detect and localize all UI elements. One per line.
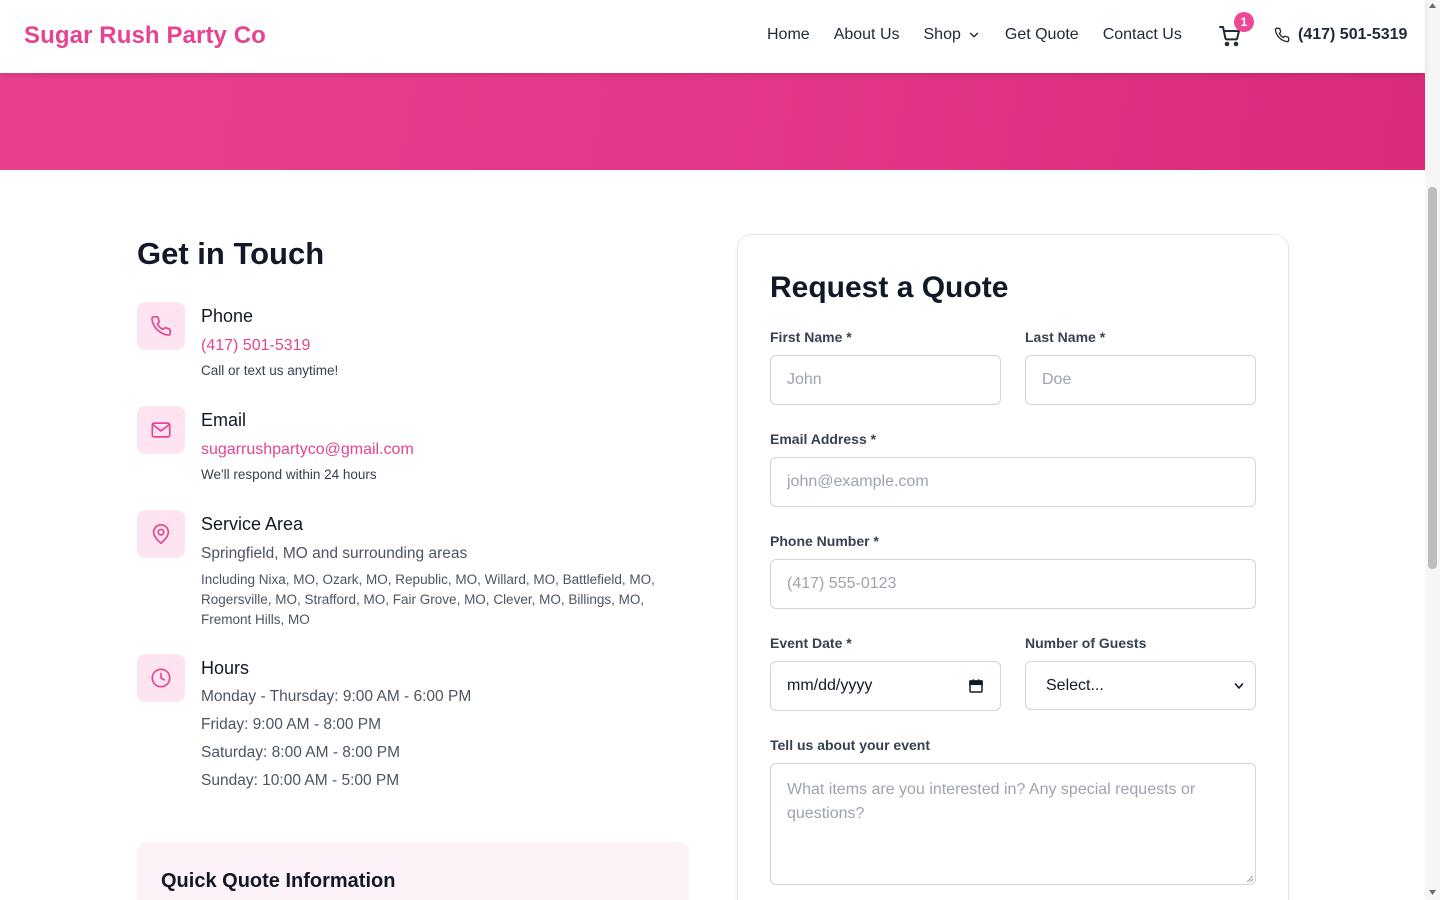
contact-email-body: Email sugarrushpartyco@gmail.com We'll r…: [201, 410, 681, 482]
service-area-summary: Springfield, MO and surrounding areas: [201, 545, 468, 562]
quick-quote-panel: Quick Quote Information: [137, 842, 689, 900]
chevron-down-icon: [1234, 682, 1244, 689]
quick-quote-heading: Quick Quote Information: [161, 870, 396, 892]
nav-about[interactable]: About Us: [834, 26, 900, 44]
phone-icon-tile: [137, 302, 185, 350]
guests-select-value: Select...: [1046, 676, 1104, 694]
main-nav: Home About Us Shop Get Quote Contact Us: [767, 26, 1206, 44]
last-name-label: Last Name *: [1025, 329, 1106, 345]
phone-icon: [151, 316, 171, 336]
page-scrollbar[interactable]: [1425, 0, 1440, 900]
hours-line: Saturday: 8:00 AM - 8:00 PM: [201, 744, 401, 761]
hours-body: Hours Monday - Thursday: 9:00 AM - 6:00 …: [201, 658, 681, 795]
calendar-icon[interactable]: [968, 678, 984, 694]
nav-shop[interactable]: Shop: [924, 26, 981, 44]
clock-icon: [151, 668, 171, 688]
hours-line: Friday: 9:00 AM - 8:00 PM: [201, 716, 382, 733]
scroll-up-arrow-icon[interactable]: [1428, 0, 1437, 12]
nav-get-quote[interactable]: Get Quote: [1005, 26, 1079, 44]
contact-phone-body: Phone (417) 501-5319 Call or text us any…: [201, 306, 681, 378]
clock-icon-tile: [137, 654, 185, 702]
contact-phone-link[interactable]: (417) 501-5319: [201, 337, 681, 355]
event-date-value: mm/dd/yyyy: [787, 677, 873, 694]
service-area-body: Service Area Springfield, MO and surroun…: [201, 514, 681, 630]
contact-email-note: We'll respond within 24 hours: [201, 467, 377, 482]
map-pin-icon-tile: [137, 510, 185, 558]
first-name-label: First Name *: [770, 329, 852, 345]
event-details-textarea[interactable]: [770, 763, 1256, 885]
contact-phone-note: Call or text us anytime!: [201, 363, 339, 378]
nav-contact-label: Contact Us: [1102, 26, 1182, 43]
scroll-down-arrow-icon[interactable]: [1428, 886, 1437, 898]
hours-line: Sunday: 10:00 AM - 5:00 PM: [201, 772, 400, 789]
resize-grip-icon[interactable]: [1244, 873, 1254, 883]
last-name-input[interactable]: [1025, 355, 1256, 405]
brand-logo[interactable]: Sugar Rush Party Co: [24, 22, 266, 50]
header-phone-label: (417) 501-5319: [1298, 26, 1408, 43]
phone-input[interactable]: [770, 559, 1256, 609]
nav-home-label: Home: [767, 26, 810, 43]
contact-phone-title: Phone: [201, 306, 254, 326]
cart-count-badge: 1: [1234, 12, 1254, 32]
contact-email-title: Email: [201, 410, 247, 430]
hours-list: Monday - Thursday: 9:00 AM - 6:00 PM Fri…: [201, 683, 681, 795]
phone-label: Phone Number *: [770, 533, 879, 549]
nav-get-quote-label: Get Quote: [1004, 26, 1079, 43]
nav-home[interactable]: Home: [767, 26, 810, 44]
guests-select[interactable]: Select...: [1025, 661, 1256, 710]
first-name-input[interactable]: [770, 355, 1001, 405]
phone-icon: [1274, 27, 1290, 43]
contact-email-link[interactable]: sugarrushpartyco@gmail.com: [201, 441, 681, 459]
site-header: Sugar Rush Party Co Home About Us Shop G…: [0, 0, 1425, 73]
get-in-touch-heading: Get in Touch: [137, 236, 325, 271]
service-area-title: Service Area: [201, 514, 304, 534]
service-area-list: Including Nixa, MO, Ozark, MO, Republic,…: [201, 572, 655, 627]
chevron-down-icon: [969, 32, 979, 38]
hours-line: Monday - Thursday: 9:00 AM - 6:00 PM: [201, 688, 472, 705]
mail-icon-tile: [137, 406, 185, 454]
map-pin-icon: [152, 524, 170, 544]
quote-form-card: Request a Quote First Name * Last Name *…: [737, 234, 1289, 900]
mail-icon: [151, 422, 171, 438]
event-date-label: Event Date *: [770, 635, 852, 651]
scrollbar-thumb[interactable]: [1428, 187, 1437, 569]
header-phone-link[interactable]: (417) 501-5319: [1274, 26, 1407, 44]
event-details-label: Tell us about your event: [770, 737, 930, 753]
nav-shop-label: Shop: [923, 26, 961, 43]
nav-contact[interactable]: Contact Us: [1103, 26, 1182, 44]
event-date-input[interactable]: mm/dd/yyyy: [770, 661, 1001, 711]
guests-label: Number of Guests: [1025, 635, 1147, 651]
email-label: Email Address *: [770, 431, 877, 447]
email-input[interactable]: [770, 457, 1256, 507]
hours-title: Hours: [201, 658, 250, 678]
hero-banner: [0, 73, 1425, 170]
quote-form-heading: Request a Quote: [770, 271, 1009, 304]
nav-about-label: About Us: [833, 26, 900, 43]
